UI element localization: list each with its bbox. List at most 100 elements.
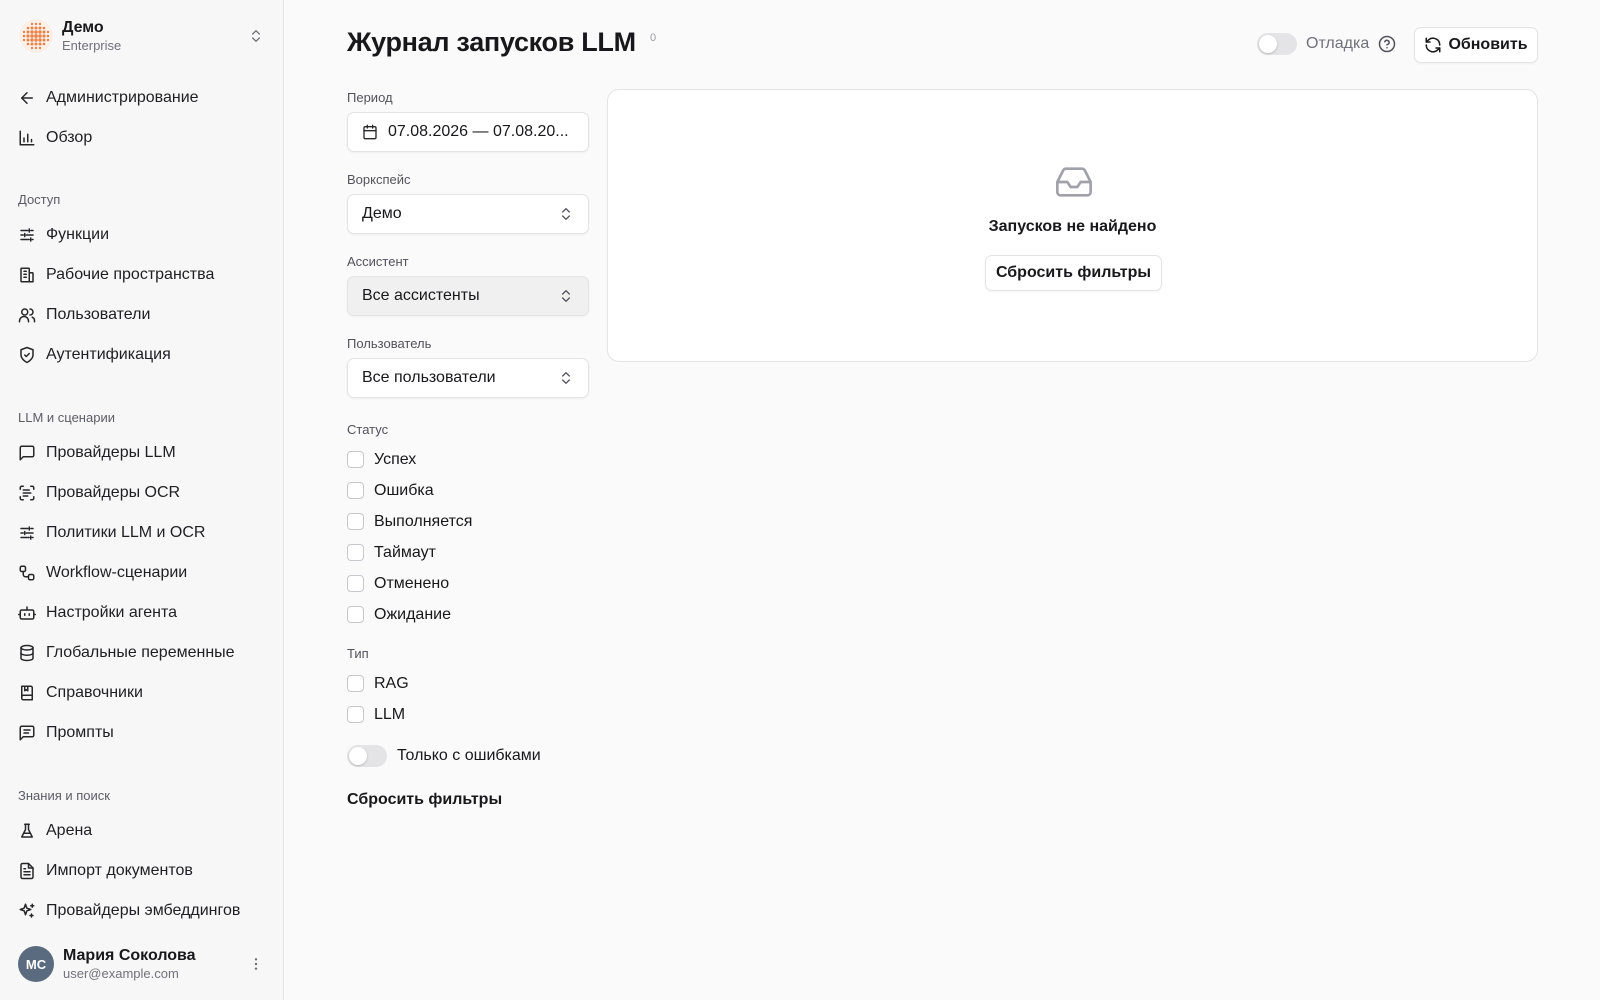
type-option[interactable]: LLM [347, 699, 589, 730]
checkbox[interactable] [347, 606, 364, 623]
sidebar-item-prompts[interactable]: Промпты [10, 713, 274, 753]
checkbox[interactable] [347, 544, 364, 561]
user-name: Мария Соколова [63, 946, 196, 964]
refresh-button[interactable]: Обновить [1414, 27, 1538, 63]
errors-only-label: Только с ошибками [397, 747, 541, 764]
sliders-icon [20, 228, 34, 242]
calendar-icon [363, 124, 377, 140]
workspace-switcher[interactable]: Демо Enterprise [18, 18, 266, 54]
sidebar-item-label: Провайдеры LLM [46, 444, 176, 461]
refresh-icon [1425, 37, 1441, 53]
sidebar-item-arena[interactable]: Арена [10, 811, 274, 851]
sidebar-item-overview[interactable]: Обзор [10, 118, 274, 158]
reset-filters-button[interactable]: Сбросить фильтры [985, 255, 1162, 291]
workspace-select[interactable]: Демо [347, 194, 589, 234]
bot-icon [18, 606, 36, 620]
sidebar-item-label: Аутентификация [46, 346, 171, 363]
checkbox[interactable] [347, 575, 364, 592]
period-label: Период [347, 90, 393, 105]
period-value: 07.08.2026 — 07.08.20... [388, 123, 569, 140]
debug-toggle[interactable] [1257, 33, 1297, 55]
assistant-filter-label: Ассистент [347, 254, 409, 269]
type-option-label: RAG [374, 674, 409, 692]
sidebar-item-label: Справочники [46, 684, 143, 701]
status-option-label: Успех [374, 450, 417, 468]
status-option[interactable]: Ошибка [347, 475, 589, 506]
sidebar-item-document-import[interactable]: Импорт документов [10, 851, 274, 891]
sidebar-item-ocr-providers[interactable]: Провайдеры OCR [10, 473, 274, 513]
period-picker[interactable]: 07.08.2026 — 07.08.20... [347, 112, 589, 152]
sidebar-item-label: Рабочие пространства [46, 266, 215, 283]
checkbox[interactable] [347, 706, 364, 723]
book-icon [21, 685, 33, 701]
sidebar-item-users[interactable]: Пользователи [10, 295, 274, 335]
sidebar-item-label: Workflow-сценарии [46, 564, 188, 581]
sidebar-item-authentication[interactable]: Аутентификация [10, 335, 274, 375]
filters-panel: Период 07.08.2026 — 07.08.20... Воркспей… [347, 88, 589, 812]
sidebar-item-functions[interactable]: Функции [10, 215, 274, 255]
status-option[interactable]: Таймаут [347, 537, 589, 568]
sidebar-item-label: Арена [46, 822, 93, 839]
user-profile[interactable]: МС Мария Соколова user@example.com [18, 946, 266, 982]
sidebar-section-title: LLM и сценарии [18, 410, 115, 425]
debug-label: Отладка [1306, 35, 1370, 52]
type-option[interactable]: RAG [347, 668, 589, 699]
bar-chart-icon [19, 130, 35, 146]
checkbox[interactable] [347, 675, 364, 692]
sidebar-item-label: Глобальные переменные [46, 644, 235, 661]
sidebar-item-llm-ocr-policies[interactable]: Политики LLM и OCR [10, 513, 274, 553]
sidebar-item-administration[interactable]: Администрирование [10, 78, 274, 118]
empty-state-text: Запусков не найдено [988, 218, 1157, 235]
checkbox[interactable] [347, 451, 364, 468]
status-option[interactable]: Успех [347, 444, 589, 475]
sidebar-item-agent-settings[interactable]: Настройки агента [10, 593, 274, 633]
sidebar-item-llm-providers[interactable]: Провайдеры LLM [10, 433, 274, 473]
status-option[interactable]: Выполняется [347, 506, 589, 537]
sidebar-item-global-variables[interactable]: Глобальные переменные [10, 633, 274, 673]
users-icon [18, 308, 36, 323]
sparkles-icon [19, 903, 35, 918]
sidebar-item-dictionaries[interactable]: Справочники [10, 673, 274, 713]
checkbox[interactable] [347, 513, 364, 530]
assistant-select[interactable]: Все ассистенты [347, 276, 589, 316]
sidebar-item-label: Промпты [46, 724, 114, 741]
reset-filters-link[interactable]: Сбросить фильтры [347, 788, 589, 812]
file-text-icon [20, 862, 34, 880]
building-icon [20, 267, 34, 283]
chevrons-up-down-icon [562, 208, 570, 220]
status-option[interactable]: Отменено [347, 568, 589, 599]
shield-check-icon [20, 346, 34, 364]
user-email: user@example.com [63, 965, 179, 981]
sidebar-section-title: Доступ [18, 192, 61, 207]
sidebar-item-label: Импорт документов [46, 862, 193, 879]
errors-only-toggle[interactable] [347, 745, 387, 767]
user-select[interactable]: Все пользователи [347, 358, 589, 398]
page-title: Журнал запусков LLM [347, 27, 636, 57]
inbox-icon [1056, 167, 1092, 197]
workspace-name: Демо [62, 18, 104, 36]
chevrons-up-down-icon [562, 290, 570, 302]
database-icon [20, 644, 34, 662]
errors-only-control[interactable]: Только с ошибками [347, 742, 589, 770]
message-square-icon [19, 445, 35, 461]
sidebar-section-access: Доступ Функции Рабочие пространства Поль… [10, 189, 274, 375]
workspace-filter-label: Воркспейс [347, 172, 411, 187]
more-vertical-icon[interactable] [246, 954, 266, 974]
workspace-plan: Enterprise [62, 37, 122, 53]
sidebar-item-embedding-providers[interactable]: Провайдеры эмбеддингов [10, 891, 274, 931]
arrow-left-icon [21, 92, 33, 104]
refresh-label: Обновить [1448, 36, 1528, 53]
help-circle-icon[interactable] [1378, 35, 1396, 53]
chevrons-up-down-icon[interactable] [246, 26, 266, 46]
avatar: МС [18, 946, 54, 982]
sidebar-item-label: Политики LLM и OCR [46, 524, 206, 541]
status-option[interactable]: Ожидание [347, 599, 589, 630]
workflow-icon [19, 565, 35, 581]
runs-count: 0 [650, 32, 657, 44]
sidebar-item-workflows[interactable]: Workflow-сценарии [10, 553, 274, 593]
checkbox[interactable] [347, 482, 364, 499]
sidebar-item-label: Администрирование [46, 89, 199, 106]
type-option-label: LLM [374, 705, 406, 723]
sidebar-item-workspaces[interactable]: Рабочие пространства [10, 255, 274, 295]
status-option-label: Отменено [374, 574, 450, 592]
